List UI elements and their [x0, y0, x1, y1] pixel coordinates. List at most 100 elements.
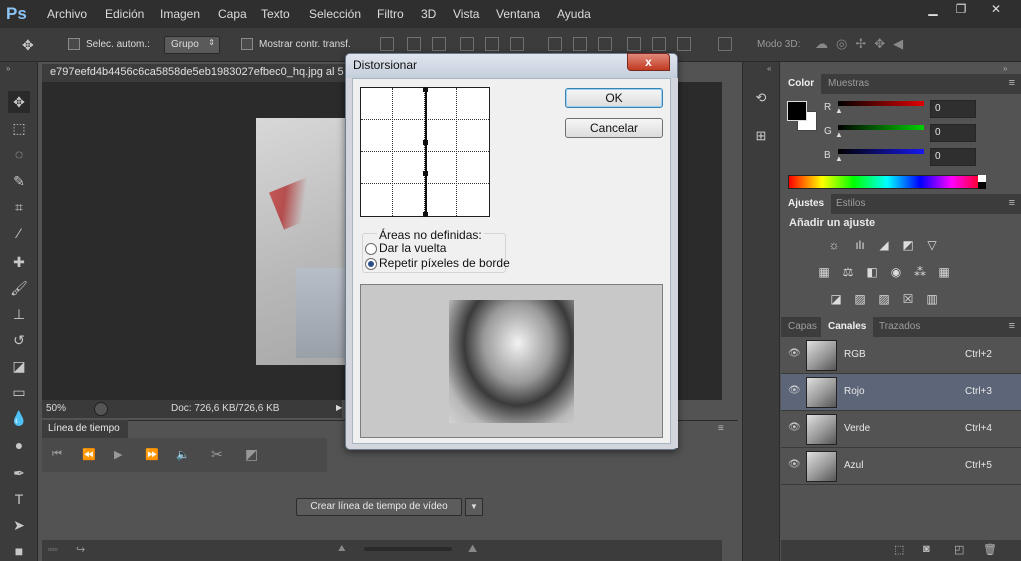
audio-icon[interactable]: 🔈	[176, 448, 190, 461]
hue-saturation-icon[interactable]: ▦	[816, 265, 832, 279]
status-arrow-icon[interactable]: ▶	[336, 403, 342, 412]
zoom-in-icon[interactable]: ⛰	[468, 543, 477, 556]
dialog-close-button[interactable]: x	[627, 53, 670, 71]
tab-muestras[interactable]: Muestras	[821, 74, 876, 94]
move-tool-icon[interactable]: ✥	[8, 91, 30, 113]
auto-align-icon[interactable]	[718, 37, 732, 51]
history-panel-icon[interactable]: ⟲	[752, 90, 770, 108]
channel-row-rgb[interactable]: 👁 RGB Ctrl+2	[781, 337, 1021, 374]
channel-row-azul[interactable]: 👁 Azul Ctrl+5	[781, 448, 1021, 485]
curve-point-bottom[interactable]	[423, 212, 428, 217]
distribute-vcenter-icon[interactable]	[573, 37, 587, 51]
zoom-level[interactable]: 50%	[46, 403, 66, 414]
path-select-tool-icon[interactable]: ➤	[8, 514, 30, 536]
play-icon[interactable]: ▶	[114, 448, 122, 461]
clock-icon[interactable]	[94, 402, 108, 416]
tab-color[interactable]: Color	[781, 74, 822, 94]
tab-ajustes[interactable]: Ajustes	[781, 194, 832, 214]
menu-3d[interactable]: 3D	[421, 7, 436, 21]
restore-icon[interactable]: ❐	[946, 0, 976, 20]
tab-capas[interactable]: Capas	[781, 317, 824, 337]
split-scissors-icon[interactable]: ✂	[211, 446, 223, 463]
auto-select-checkbox[interactable]	[68, 38, 80, 50]
tab-trazados[interactable]: Trazados	[872, 317, 927, 337]
load-selection-icon[interactable]: ⬚	[894, 543, 904, 556]
menu-filtro[interactable]: Filtro	[377, 7, 404, 21]
show-transform-checkbox[interactable]	[241, 38, 253, 50]
history-brush-icon[interactable]: ↺	[8, 329, 30, 351]
posterize-icon[interactable]: ▨	[852, 292, 868, 306]
panel-menu-icon[interactable]: ≡	[718, 423, 724, 434]
visibility-eye-icon[interactable]: 👁	[788, 349, 801, 359]
exposure-icon[interactable]: ◩	[900, 238, 916, 252]
timeline-tab[interactable]: Línea de tiempo	[42, 420, 128, 438]
distortion-curve-line[interactable]	[425, 88, 427, 216]
tab-estilos[interactable]: Estilos	[829, 194, 872, 214]
b-slider-thumb[interactable]: ▲	[835, 154, 843, 163]
menu-capa[interactable]: Capa	[218, 7, 247, 21]
channels-panel-menu-icon[interactable]: ≡	[1009, 320, 1015, 332]
crop-tool-icon[interactable]: ⌗	[8, 196, 30, 218]
menu-vista[interactable]: Vista	[453, 7, 479, 21]
menu-imagen[interactable]: Imagen	[160, 7, 200, 21]
vibrance-icon[interactable]: ▽	[924, 238, 940, 252]
align-right-icon[interactable]	[510, 37, 524, 51]
document-tab[interactable]: e797eefd4b4456c6ca5858de5eb1983027efbec0…	[42, 64, 352, 82]
distribute-left-icon[interactable]	[627, 37, 641, 51]
g-slider-thumb[interactable]: ▲	[835, 130, 843, 139]
cancel-button[interactable]: Cancelar	[565, 118, 663, 138]
collapse-arrows-icon[interactable]: »	[6, 64, 10, 73]
color-spectrum-bar[interactable]	[788, 175, 986, 189]
pen-tool-icon[interactable]: ✒	[8, 462, 30, 484]
healing-tool-icon[interactable]: ✚	[8, 251, 30, 273]
close-window-icon[interactable]: ✕	[976, 0, 1016, 20]
b-slider[interactable]	[838, 149, 924, 154]
repeat-edge-label[interactable]: Repetir píxeles de borde	[379, 256, 510, 270]
g-slider[interactable]	[838, 125, 924, 130]
shape-tool-icon[interactable]: ■	[8, 540, 30, 561]
zoom-slider[interactable]	[364, 547, 452, 551]
g-value-input[interactable]: 0	[930, 124, 976, 142]
zoom-out-icon[interactable]: ⛰	[338, 543, 346, 554]
channel-mixer-icon[interactable]: ⁂	[912, 265, 928, 279]
visibility-eye-icon[interactable]: 👁	[788, 386, 801, 396]
convert-icon[interactable]: ↪	[76, 543, 85, 556]
color-balance-icon[interactable]: ⚖	[840, 265, 856, 279]
transition-icon[interactable]: ◩	[245, 446, 258, 463]
next-frame-icon[interactable]: ⏩	[145, 448, 159, 461]
gradient-map-icon[interactable]: ▥	[924, 292, 940, 306]
lasso-tool-icon[interactable]: ◌	[8, 143, 30, 165]
menu-archivo[interactable]: Archivo	[47, 7, 87, 21]
visibility-eye-icon[interactable]: 👁	[788, 460, 801, 470]
save-selection-icon[interactable]: ◙	[923, 543, 930, 555]
eraser-tool-icon[interactable]: ◪	[8, 355, 30, 377]
color-panel-menu-icon[interactable]: ≡	[1009, 77, 1015, 89]
color-lookup-icon[interactable]: ▦	[936, 265, 952, 279]
curve-point-lower[interactable]	[423, 171, 428, 176]
distribute-right-icon[interactable]	[677, 37, 691, 51]
align-top-icon[interactable]	[380, 37, 394, 51]
r-slider[interactable]	[838, 101, 924, 106]
brush-tool-icon[interactable]: 🖌	[8, 277, 30, 299]
wrap-around-radio[interactable]	[365, 243, 377, 255]
create-video-timeline-button[interactable]: Crear línea de tiempo de vídeo	[296, 498, 462, 516]
r-slider-thumb[interactable]: ▲	[835, 106, 843, 115]
properties-panel-icon[interactable]: ⊞	[752, 128, 770, 146]
brightness-icon[interactable]: ☼	[826, 238, 842, 252]
collapse-right-icon[interactable]: »	[1003, 64, 1007, 73]
dodge-tool-icon[interactable]: ●	[8, 434, 30, 456]
delete-channel-icon[interactable]: 🗑	[983, 543, 997, 556]
curve-point-top[interactable]	[423, 87, 428, 92]
quick-select-tool-icon[interactable]: ✎	[8, 170, 30, 192]
group-select[interactable]: Grupo ⇕	[164, 36, 220, 54]
channel-row-rojo[interactable]: 👁 Rojo Ctrl+3	[781, 374, 1021, 411]
threshold-icon[interactable]: ▨	[876, 292, 892, 306]
tab-canales[interactable]: Canales	[821, 317, 874, 337]
wrap-around-label[interactable]: Dar la vuelta	[379, 241, 446, 255]
levels-icon[interactable]: ılı	[852, 238, 868, 252]
ok-button[interactable]: OK	[565, 88, 663, 108]
photo-filter-icon[interactable]: ◉	[888, 265, 904, 279]
distribute-bottom-icon[interactable]	[598, 37, 612, 51]
new-channel-icon[interactable]: ◰	[954, 543, 964, 556]
align-vcenter-icon[interactable]	[407, 37, 421, 51]
